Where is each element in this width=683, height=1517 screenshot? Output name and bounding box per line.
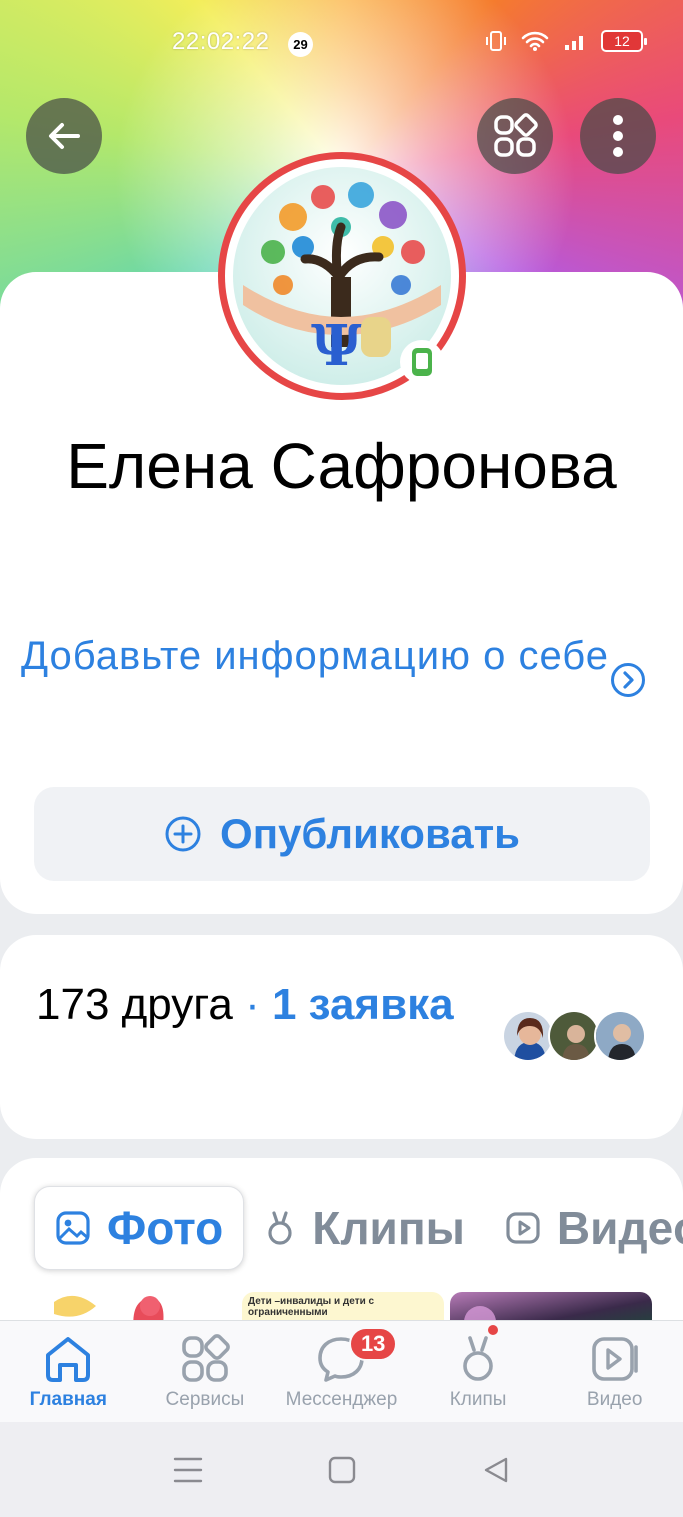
arrow-left-icon [49, 123, 80, 149]
video-icon [506, 1212, 540, 1244]
svg-text:Ψ: Ψ [311, 313, 362, 379]
friend-avatars[interactable] [502, 1010, 646, 1062]
tabbar-services-label: Сервисы [165, 1389, 245, 1410]
tab-clips[interactable]: Клипы [244, 1186, 485, 1270]
signal-icon [565, 36, 583, 50]
friend-avatar [594, 1010, 646, 1062]
photo-icon [56, 1211, 90, 1245]
services-menu-button[interactable] [477, 98, 553, 174]
status-bar: 22:02:22 29 12 [0, 28, 683, 60]
more-vertical-icon [613, 115, 623, 157]
plus-circle-icon [165, 816, 201, 852]
grid-apps-icon [494, 113, 538, 157]
tabbar-clips[interactable]: Клипы [410, 1321, 547, 1422]
triangle-back-icon[interactable] [482, 1456, 510, 1484]
messenger-unread-badge: 13 [349, 1327, 398, 1361]
clips-icon [268, 1211, 292, 1245]
friends-summary[interactable]: 173 друга · 1 заявка [36, 970, 476, 1040]
tabbar-services[interactable]: Сервисы [137, 1321, 274, 1422]
chevron-right-circle-icon[interactable] [610, 662, 646, 698]
tabbar-clips-label: Клипы [449, 1389, 507, 1410]
video-icon [591, 1337, 638, 1381]
tabbar-messenger-label: Мессенджер [285, 1389, 398, 1410]
tabbar-video[interactable]: Видео [546, 1321, 683, 1422]
wifi-icon [521, 31, 549, 51]
system-navigation-bar [0, 1422, 683, 1517]
services-icon [182, 1334, 230, 1382]
notification-count-badge: 29 [288, 32, 313, 57]
more-options-button[interactable] [580, 98, 656, 174]
photo-caption: Дети –инвалиды и дети с ограниченными [248, 1296, 375, 1318]
status-icons: 12 [485, 30, 647, 52]
tabbar-messenger[interactable]: 13 Мессенджер [273, 1321, 410, 1422]
clips-new-dot [485, 1323, 500, 1337]
friends-separator: · [245, 980, 260, 1029]
clips-icon [463, 1336, 493, 1381]
mobile-online-icon [412, 348, 432, 376]
tabbar-home-label: Главная [29, 1389, 107, 1410]
bottom-tab-bar: Главная Сервисы 13 Мессенджер Клипы Виде… [0, 1320, 683, 1422]
home-icon [46, 1337, 91, 1382]
tab-clips-label: Клипы [312, 1202, 465, 1254]
publish-label: Опубликовать [220, 810, 520, 857]
tabbar-video-label: Видео [586, 1389, 643, 1410]
vibrate-icon [486, 31, 506, 51]
tab-video-label: Видео [556, 1202, 683, 1254]
status-time: 22:02:22 [172, 28, 270, 55]
tab-photos-label: Фото [107, 1202, 224, 1254]
media-tabs: Фото Клипы Видео [34, 1186, 683, 1270]
online-status-badge [400, 340, 444, 384]
tabbar-home[interactable]: Главная [0, 1321, 137, 1422]
menu-icon[interactable] [173, 1456, 203, 1484]
friends-count[interactable]: 173 друга [36, 980, 233, 1029]
friend-avatar [502, 1010, 554, 1062]
battery-indicator: 12 [601, 30, 647, 52]
square-home-icon[interactable] [328, 1456, 356, 1484]
friend-avatar [548, 1010, 600, 1062]
back-button[interactable] [26, 98, 102, 174]
friend-requests-link[interactable]: 1 заявка [272, 980, 454, 1029]
publish-button[interactable]: Опубликовать [34, 787, 650, 881]
add-about-link[interactable]: Добавьте информацию о себе [0, 628, 630, 684]
tab-video[interactable]: Видео [485, 1186, 683, 1270]
tab-photos[interactable]: Фото [34, 1186, 245, 1270]
profile-name: Елена Сафронова [66, 430, 617, 502]
